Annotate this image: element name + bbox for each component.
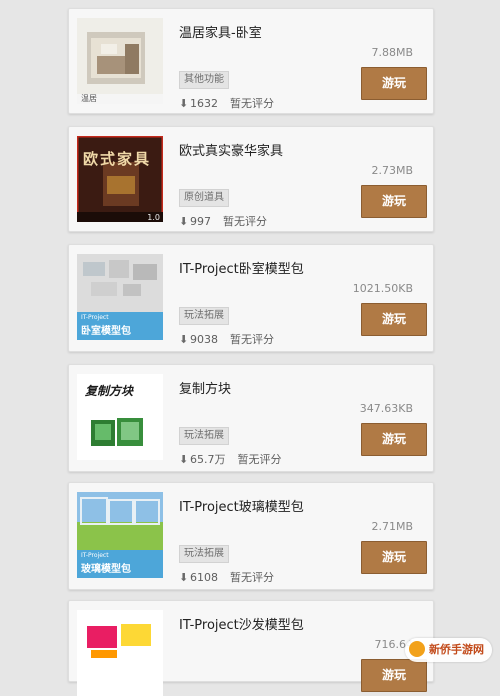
mod-card[interactable]: 复制方块 复制方块 347.63KB 玩法拓展 ⬇ 65.7万 暂无评分 游玩 bbox=[68, 364, 434, 472]
thumb-caption: 欧式家具 bbox=[83, 150, 152, 168]
mod-thumbnail: 复制方块 bbox=[77, 374, 163, 460]
mod-thumbnail: 温居 bbox=[77, 18, 163, 104]
mod-size: 2.71MB bbox=[371, 520, 413, 533]
download-icon: ⬇ bbox=[179, 215, 189, 228]
mod-thumbnail: IT-Project 卧室模型包 bbox=[77, 254, 163, 340]
download-icon: ⬇ bbox=[179, 571, 189, 584]
mod-thumbnail bbox=[77, 610, 163, 696]
mod-tag: 原创道具 bbox=[179, 189, 229, 207]
mod-title: 欧式真实豪华家具 bbox=[179, 144, 284, 159]
mod-stats: ⬇ 9038 暂无评分 bbox=[179, 331, 274, 347]
thumb-caption: 温居 bbox=[81, 94, 97, 103]
mod-stats: ⬇ 65.7万 暂无评分 bbox=[179, 451, 282, 467]
rating-text: 暂无评分 bbox=[230, 333, 274, 346]
mod-size: 347.63KB bbox=[359, 402, 413, 415]
mod-card[interactable]: 温居 温居家具-卧室 7.88MB 其他功能 ⬇ 1632 暂无评分 游玩 bbox=[68, 8, 434, 114]
mod-card[interactable]: 欧式家具 1.0 欧式真实豪华家具 2.73MB 原创道具 ⬇ 997 暂无评分 游… bbox=[68, 126, 434, 232]
mod-tag: 玩法拓展 bbox=[179, 545, 229, 563]
play-button[interactable]: 游玩 bbox=[361, 659, 427, 692]
thumb-sub: IT-Project bbox=[81, 314, 109, 321]
play-button[interactable]: 游玩 bbox=[361, 67, 427, 100]
download-count: 6108 bbox=[190, 571, 218, 584]
thumb-caption: 玻璃模型包 bbox=[81, 564, 131, 575]
play-button[interactable]: 游玩 bbox=[361, 541, 427, 574]
mod-thumbnail: 欧式家具 1.0 bbox=[77, 136, 163, 222]
play-button[interactable]: 游玩 bbox=[361, 423, 427, 456]
mod-title: IT-Project玻璃模型包 bbox=[179, 500, 304, 515]
mod-title: 复制方块 bbox=[179, 382, 232, 397]
mod-size: 7.88MB bbox=[371, 46, 413, 59]
download-count: 1632 bbox=[190, 97, 218, 110]
download-icon: ⬇ bbox=[179, 453, 189, 466]
mod-tag: 玩法拓展 bbox=[179, 427, 229, 445]
mod-card[interactable]: IT-Project 玻璃模型包 IT-Project玻璃模型包 2.71MB … bbox=[68, 482, 434, 590]
rating-text: 暂无评分 bbox=[230, 97, 274, 110]
download-icon: ⬇ bbox=[179, 97, 189, 110]
play-button[interactable]: 游玩 bbox=[361, 303, 427, 336]
download-count: 65.7万 bbox=[190, 453, 226, 466]
site-watermark: 新侨手游网 bbox=[405, 638, 492, 662]
mod-stats: ⬇ 6108 暂无评分 bbox=[179, 569, 274, 585]
mod-card[interactable]: IT-Project沙发模型包 716.64 游玩 bbox=[68, 600, 434, 696]
mod-size: 1021.50KB bbox=[352, 282, 413, 295]
mod-thumbnail: IT-Project 玻璃模型包 bbox=[77, 492, 163, 578]
thumb-caption: 卧室模型包 bbox=[81, 326, 131, 337]
watermark-text: 新侨手游网 bbox=[429, 643, 484, 656]
site-logo-icon bbox=[409, 641, 425, 657]
mod-title: 温居家具-卧室 bbox=[179, 26, 262, 41]
download-count: 9038 bbox=[190, 333, 218, 346]
mod-title: IT-Project沙发模型包 bbox=[179, 618, 304, 633]
thumb-caption: 复制方块 bbox=[85, 384, 134, 398]
rating-text: 暂无评分 bbox=[223, 215, 267, 228]
thumb-version: 1.0 bbox=[147, 213, 160, 222]
rating-text: 暂无评分 bbox=[237, 453, 282, 466]
mod-tag: 玩法拓展 bbox=[179, 307, 229, 325]
mod-card[interactable]: IT-Project 卧室模型包 IT-Project卧室模型包 1021.50… bbox=[68, 244, 434, 352]
mod-size: 2.73MB bbox=[371, 164, 413, 177]
play-button[interactable]: 游玩 bbox=[361, 185, 427, 218]
mod-tag: 其他功能 bbox=[179, 71, 229, 89]
mod-title: IT-Project卧室模型包 bbox=[179, 262, 304, 277]
mod-stats: ⬇ 997 暂无评分 bbox=[179, 213, 267, 229]
thumb-sub: IT-Project bbox=[81, 552, 109, 559]
rating-text: 暂无评分 bbox=[230, 571, 274, 584]
download-icon: ⬇ bbox=[179, 333, 189, 346]
download-count: 997 bbox=[190, 215, 211, 228]
mod-stats: ⬇ 1632 暂无评分 bbox=[179, 95, 274, 111]
mod-list: 温居 温居家具-卧室 7.88MB 其他功能 ⬇ 1632 暂无评分 游玩 欧式家具… bbox=[0, 0, 500, 696]
